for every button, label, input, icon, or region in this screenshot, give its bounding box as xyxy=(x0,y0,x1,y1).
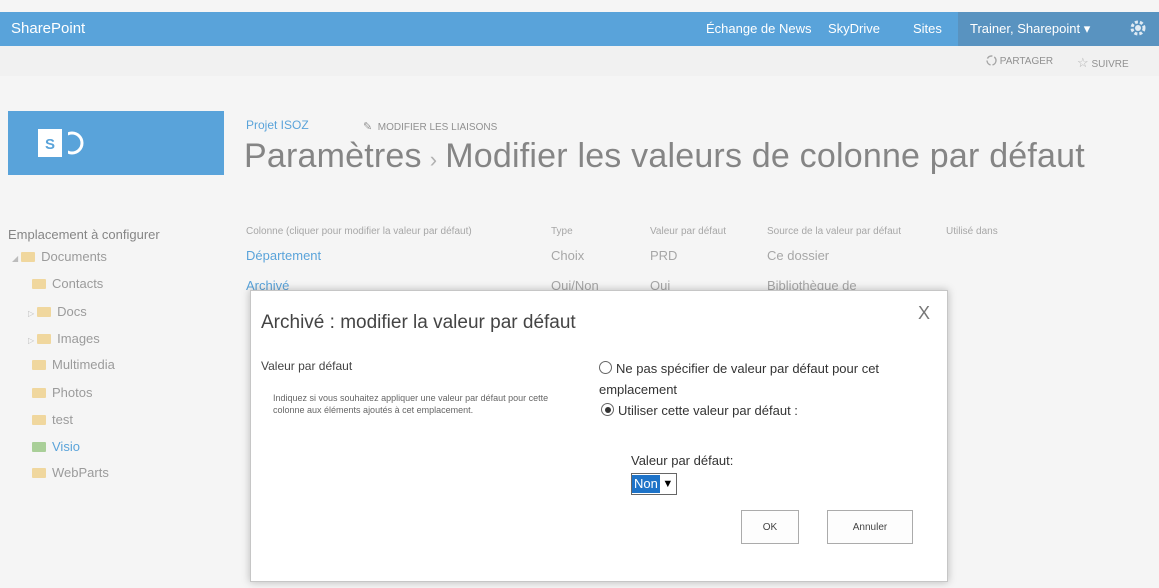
close-icon[interactable]: X xyxy=(918,303,930,324)
edit-default-value-dialog: Archivé : modifier la valeur par défaut … xyxy=(250,290,948,582)
option-use-default[interactable]: Utiliser cette valeur par défaut : xyxy=(601,403,798,418)
selected-value[interactable]: Non xyxy=(632,475,660,493)
option-no-default[interactable]: Ne pas spécifier de valeur par défaut po… xyxy=(599,358,929,400)
default-value-select[interactable]: Non ▼ xyxy=(631,473,677,495)
radio-no-default[interactable] xyxy=(599,361,612,374)
default-value-label: Valeur par défaut: xyxy=(631,453,734,468)
section-description: Indiquez si vous souhaitez appliquer une… xyxy=(273,393,549,415)
ok-button[interactable]: OK xyxy=(741,510,799,544)
dialog-title: Archivé : modifier la valeur par défaut xyxy=(261,312,576,333)
cancel-button[interactable]: Annuler xyxy=(827,510,913,544)
radio-use-default[interactable] xyxy=(601,403,614,416)
chevron-down-icon[interactable]: ▼ xyxy=(660,475,676,493)
section-title: Valeur par défaut xyxy=(261,359,353,373)
